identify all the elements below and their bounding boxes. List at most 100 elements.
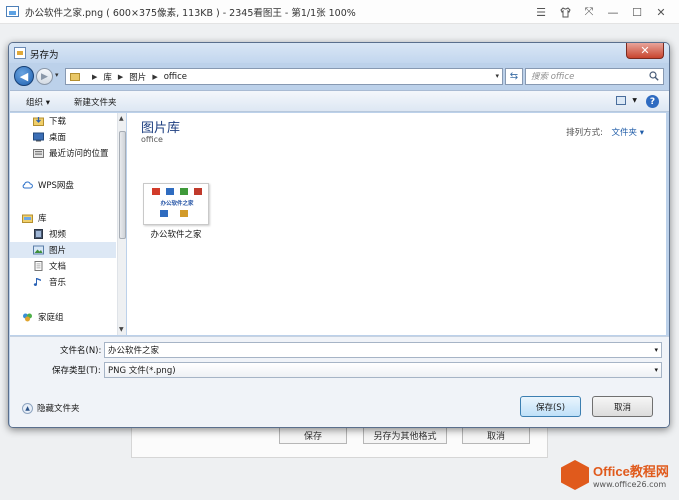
save-button[interactable]: 保存(S) (520, 396, 581, 417)
hide-folders-label: 隐藏文件夹 (37, 404, 80, 414)
chevron-right-icon: ▶ (117, 72, 124, 81)
chevron-up-icon: ▲ (22, 402, 33, 414)
refresh-button[interactable]: ⇆ (505, 68, 523, 85)
nav-item-label: 库 (38, 214, 47, 224)
chevron-down-icon[interactable]: ▾ (654, 366, 658, 374)
scroll-down-icon[interactable]: ▼ (119, 326, 124, 333)
scroll-up-icon[interactable]: ▲ (119, 115, 124, 122)
recent-places-icon (33, 149, 44, 158)
chevron-down-icon[interactable]: ▾ (654, 346, 658, 354)
file-list-area: 图片库 office 排列方式: 文件夹 ▾ 办公软件之家 办公软件之家 (127, 113, 666, 335)
nav-item-label: 下载 (49, 117, 67, 127)
filename-field[interactable]: 办公软件之家 ▾ (104, 342, 662, 358)
command-bar: 组织 ▾ 新建文件夹 ▼ ? (10, 90, 669, 112)
watermark-text: Office教程网 www.office26.com (593, 461, 669, 489)
breadcrumb-pictures[interactable]: 图片 (129, 71, 146, 83)
chevron-right-icon: ▶ (92, 72, 98, 81)
thumbnail-icon (194, 188, 202, 195)
wps-cloud-icon (22, 181, 33, 189)
filetype-label: 保存类型(T): (52, 366, 101, 376)
navigation-pane: 下载 桌面 最近访问的位置 WPS网盘 库 视频 图片 文档 音乐 家庭组 ▲ … (10, 113, 126, 335)
viewer-window-controls: ☰ ⤧ — ☐ ✕ (529, 0, 673, 24)
watermark-main: Office教程网 (593, 464, 669, 479)
nav-item-label: 桌面 (49, 133, 67, 143)
viewer-titlebar: 办公软件之家.png ( 600×375像素, 113KB ) - 2345看图… (0, 0, 679, 24)
file-name: 办公软件之家 (150, 230, 202, 240)
desktop-icon (33, 132, 44, 142)
nav-item-label: WPS网盘 (38, 181, 74, 191)
breadcrumb-library[interactable]: 库 (103, 71, 112, 83)
documents-icon (34, 261, 43, 271)
nav-item-downloads[interactable]: 下载 (10, 113, 116, 129)
nav-item-label: 图片 (49, 246, 67, 256)
pictures-icon (33, 245, 44, 255)
viewer-cancel-button[interactable]: 取消 (462, 426, 530, 444)
music-icon (33, 278, 41, 286)
viewer-save-button[interactable]: 保存 (279, 426, 347, 444)
nav-item-homegroup[interactable]: 家庭组 (10, 309, 116, 325)
address-bar[interactable]: ▶ 库 ▶ 图片 ▶ office ▾ (65, 68, 503, 85)
library-icon (22, 214, 33, 223)
nav-item-documents[interactable]: 文档 (10, 258, 116, 274)
chevron-right-icon: ▶ (152, 72, 158, 81)
scrollbar-thumb[interactable] (119, 131, 126, 239)
download-folder-icon (33, 117, 44, 126)
address-dropdown[interactable]: ▾ (495, 72, 499, 80)
nav-item-videos[interactable]: 视频 (10, 226, 116, 242)
nav-item-desktop[interactable]: 桌面 (10, 129, 116, 145)
nav-item-pictures[interactable]: 图片 (10, 242, 116, 258)
cancel-button[interactable]: 取消 (592, 396, 653, 417)
thumbnail-caption-text: 办公软件之家 (160, 201, 194, 207)
back-button[interactable]: ◀ (14, 66, 34, 86)
skin-icon[interactable] (553, 0, 577, 24)
library-subtitle: office (141, 135, 163, 144)
recent-pages-dropdown[interactable]: ▾ (55, 71, 59, 79)
thumbnail-icon (180, 210, 188, 217)
thumbnail-icon (166, 188, 174, 195)
viewer-save-other-button[interactable]: 另存为其他格式 (363, 426, 447, 444)
library-title: 图片库 (141, 121, 181, 136)
change-view-icon[interactable] (616, 96, 626, 105)
filename-label: 文件名(N): (60, 346, 102, 356)
breadcrumb-office[interactable]: office (164, 72, 187, 82)
filename-value: 办公软件之家 (108, 346, 160, 356)
watermark-logo: Office教程网 www.office26.com (561, 460, 669, 490)
homegroup-icon (23, 313, 32, 322)
dialog-close-button[interactable]: ✕ (626, 43, 664, 59)
new-folder-button[interactable]: 新建文件夹 (74, 96, 117, 108)
search-icon[interactable] (649, 71, 659, 81)
search-input[interactable] (531, 71, 641, 82)
nav-item-label: 音乐 (49, 278, 67, 288)
thumbnail-icon (160, 210, 168, 217)
nav-item-music[interactable]: 音乐 (10, 274, 116, 290)
organize-menu[interactable]: 组织 ▾ (26, 96, 50, 108)
navigation-scrollbar[interactable]: ▲ ▼ (117, 113, 126, 335)
video-icon (34, 229, 43, 239)
folder-icon (70, 72, 80, 81)
search-box[interactable] (525, 68, 664, 85)
viewer-title: 办公软件之家.png ( 600×375像素, 113KB ) - 2345看图… (25, 7, 356, 19)
dialog-title: 另存为 (30, 50, 59, 61)
forward-button[interactable]: ▶ (36, 68, 53, 85)
save-options-area: 文件名(N): 办公软件之家 ▾ 保存类型(T): PNG 文件(*.png) … (10, 336, 669, 427)
app-icon (6, 6, 19, 17)
arrange-by-label: 排列方式: (566, 128, 603, 138)
dialog-titlebar[interactable]: 另存为 ✕ (9, 43, 669, 63)
navigation-tree: 下载 桌面 最近访问的位置 WPS网盘 库 视频 图片 文档 音乐 家庭组 (10, 113, 116, 335)
close-icon[interactable]: ✕ (649, 0, 673, 24)
view-options-dropdown[interactable]: ▼ (632, 97, 637, 104)
nav-item-wps-cloud[interactable]: WPS网盘 (10, 177, 116, 193)
help-icon[interactable]: ? (646, 95, 659, 108)
menu-icon[interactable]: ☰ (529, 0, 553, 24)
nav-item-libraries[interactable]: 库 (10, 210, 116, 226)
hide-folders-toggle[interactable]: ▲ 隐藏文件夹 (22, 402, 80, 414)
nav-item-recent-places[interactable]: 最近访问的位置 (10, 145, 116, 161)
fullscreen-icon[interactable]: ⤧ (577, 0, 601, 24)
minimize-icon[interactable]: — (601, 0, 625, 24)
maximize-icon[interactable]: ☐ (625, 0, 649, 24)
filetype-select[interactable]: PNG 文件(*.png) ▾ (104, 362, 662, 378)
file-item[interactable]: 办公软件之家 办公软件之家 (143, 183, 209, 241)
arrange-by-dropdown[interactable]: 文件夹 ▾ (612, 126, 644, 138)
nav-item-label: 视频 (49, 230, 67, 240)
image-thumbnail: 办公软件之家 (143, 183, 209, 225)
